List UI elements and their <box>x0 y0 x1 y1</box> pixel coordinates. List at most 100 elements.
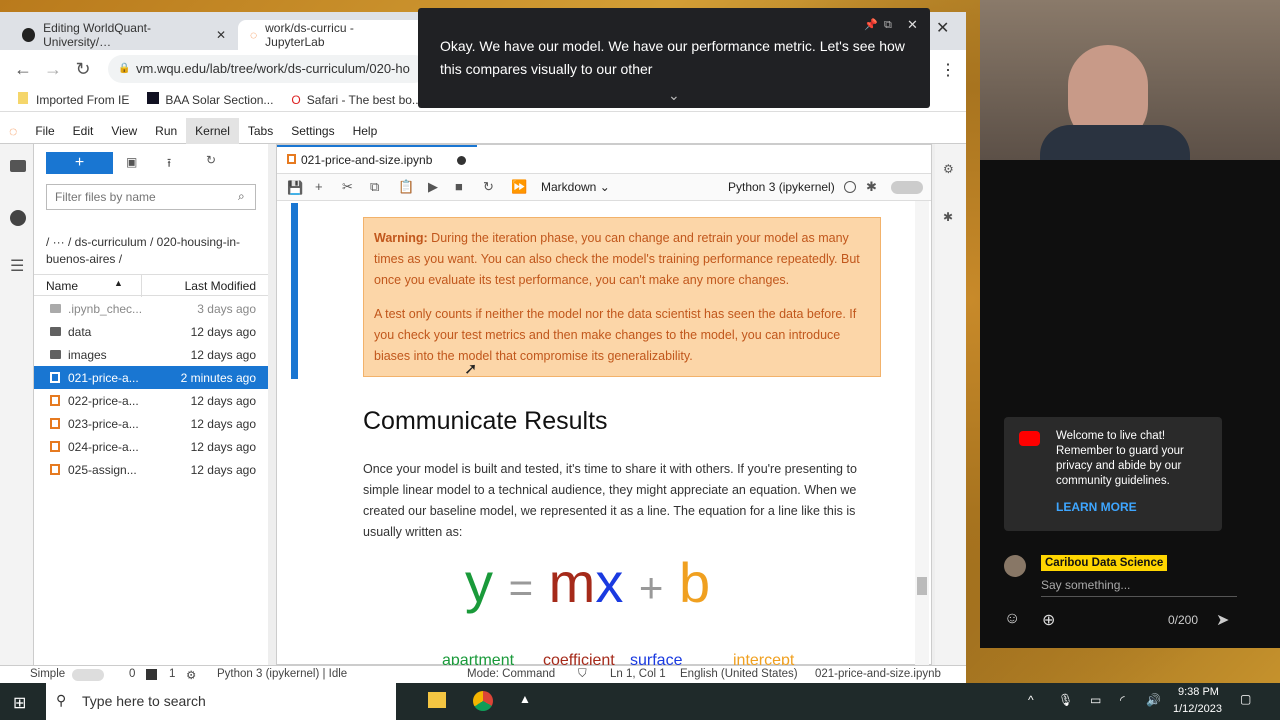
scrollbar-thumb[interactable] <box>917 577 927 595</box>
kernel-icon: ⚙ <box>186 670 197 682</box>
debugger-icon[interactable]: ✱ <box>943 210 953 224</box>
cut-icon[interactable]: ✂ <box>342 179 353 195</box>
send-icon[interactable]: ➤ <box>1216 610 1229 630</box>
back-icon[interactable]: ← <box>8 59 38 80</box>
forward-icon[interactable]: → <box>38 59 68 80</box>
windows-start-icon[interactable]: ⊞ <box>13 693 26 713</box>
url-bar[interactable]: 🔒 vm.wqu.edu/lab/tree/work/ds-curriculum/… <box>108 55 428 83</box>
menu-tabs[interactable]: Tabs <box>239 124 282 138</box>
restart-icon[interactable]: ↻ <box>483 179 494 195</box>
file-row[interactable]: 025-assign... 12 days ago <box>34 458 268 481</box>
unsaved-dot-icon[interactable] <box>457 156 466 165</box>
divider <box>141 275 142 297</box>
file-modified: 12 days ago <box>190 462 256 477</box>
file-row[interactable]: .ipynb_chec... 3 days ago <box>34 297 268 320</box>
microphone-icon[interactable]: 🎙 <box>1058 693 1073 707</box>
kernel-status-icon <box>844 181 856 193</box>
kernel-status[interactable]: Python 3 (ipykernel) | Idle <box>217 668 347 680</box>
menu-view[interactable]: View <box>102 124 146 138</box>
kernel-name[interactable]: Python 3 (ipykernel) <box>728 180 835 194</box>
refresh-icon[interactable]: ↻ <box>206 153 216 167</box>
stop-icon[interactable]: ■ <box>455 179 463 194</box>
wifi-icon[interactable]: ◜ <box>1120 693 1125 707</box>
file-row[interactable]: 024-price-a... 12 days ago <box>34 435 268 458</box>
notebook-tab[interactable]: 021-price-and-size.ipynb <box>277 145 477 173</box>
clock-time[interactable]: 9:38 PM <box>1178 686 1219 698</box>
file-row[interactable]: data 12 days ago <box>34 320 268 343</box>
notebook-toolbar: 💾 + ✂ ⧉ 📋 ▶ ■ ↻ ⏩ Markdown ⌄ Python 3 (i… <box>277 173 931 201</box>
reload-icon[interactable]: ↻ <box>68 59 98 80</box>
add-cell-icon[interactable]: + <box>315 179 323 194</box>
volume-icon[interactable]: 🔊 <box>1146 693 1161 707</box>
chat-input[interactable]: Say something... <box>1041 578 1237 597</box>
scrollbar[interactable] <box>915 201 929 665</box>
file-explorer-icon[interactable] <box>428 692 446 708</box>
youtube-icon <box>1019 431 1040 446</box>
breadcrumb[interactable]: / ··· / ds-curriculum / 020-housing-in-b… <box>46 234 246 268</box>
notifications-icon[interactable]: ▢ <box>1240 692 1251 706</box>
cell-type-select[interactable]: Markdown ⌄ <box>541 180 610 194</box>
bookmark-safari[interactable]: O Safari - The best bo... <box>291 93 422 107</box>
tab-jupyterlab[interactable]: ◌ work/ds-curricu - JupyterLab <box>238 20 428 50</box>
file-row-selected[interactable]: 021-price-a... 2 minutes ago <box>34 366 268 389</box>
clock-date[interactable]: 1/12/2023 <box>1173 703 1222 715</box>
pin-icon[interactable]: 📌 <box>864 14 878 37</box>
eq-x: x <box>595 551 624 614</box>
bug-icon[interactable]: ✱ <box>866 179 877 195</box>
file-browser: + ▣ ⭱ ↻ ⌕ / ··· / ds-curriculum / 020-ho… <box>34 144 268 665</box>
window-close-icon[interactable]: ✕ <box>936 18 949 38</box>
task-view-icon[interactable]: ⧉ <box>382 693 391 708</box>
add-icon[interactable]: ⊕ <box>1042 610 1055 630</box>
file-row[interactable]: 023-price-a... 12 days ago <box>34 412 268 435</box>
filter-files-input[interactable] <box>46 184 256 210</box>
menu-file[interactable]: File <box>26 124 63 138</box>
menu-kernel[interactable]: Kernel <box>186 117 239 144</box>
battery-icon[interactable]: ▭ <box>1090 693 1101 707</box>
menu-help[interactable]: Help <box>344 124 387 138</box>
file-row[interactable]: 022-price-a... 12 days ago <box>34 389 268 412</box>
taskbar-search[interactable]: ⚲ Type here to search <box>46 683 396 720</box>
new-folder-icon[interactable]: ▣ <box>126 155 137 169</box>
folder-icon <box>18 92 28 104</box>
paste-icon[interactable]: 📋 <box>398 179 414 195</box>
simple-mode-toggle[interactable] <box>72 669 104 681</box>
chevron-down-icon[interactable]: ⌄ <box>668 84 680 107</box>
column-name[interactable]: Name <box>46 279 78 293</box>
menu-settings[interactable]: Settings <box>282 124 343 138</box>
bookmark-label: Imported From IE <box>36 93 130 107</box>
menu-icon[interactable]: ⋮ <box>940 60 956 80</box>
expand-icon[interactable]: ⧉ <box>884 14 892 37</box>
property-inspector-icon[interactable]: ⚙ <box>943 162 954 176</box>
run-all-icon[interactable]: ⏩ <box>511 179 527 195</box>
chrome-icon[interactable] <box>473 691 493 711</box>
learn-more-link[interactable]: LEARN MORE <box>1056 500 1137 515</box>
column-modified[interactable]: Last Modified <box>185 279 256 293</box>
tab-github[interactable]: Editing WorldQuant-University/… ✕ <box>10 20 238 50</box>
running-icon[interactable] <box>10 210 26 226</box>
file-row[interactable]: images 12 days ago <box>34 343 268 366</box>
emoji-icon[interactable]: ☺ <box>1004 610 1020 628</box>
menu-edit[interactable]: Edit <box>64 124 103 138</box>
run-icon[interactable]: ▶ <box>428 179 438 195</box>
upload-icon[interactable]: ⭱ <box>167 154 171 175</box>
simple-mode-label: Simple <box>30 668 66 680</box>
browser-window: Editing WorldQuant-University/… ✕ ◌ work… <box>0 12 966 683</box>
bookmark-imported[interactable]: Imported From IE <box>18 92 129 107</box>
copy-icon[interactable]: ⧉ <box>370 179 379 195</box>
new-launcher-button[interactable]: + <box>46 152 113 174</box>
menu-run[interactable]: Run <box>146 124 186 138</box>
notebook-icon <box>50 464 60 475</box>
cursor-position[interactable]: Ln 1, Col 1 <box>610 668 666 680</box>
toc-icon[interactable]: ☰ <box>10 256 24 276</box>
close-icon[interactable]: ✕ <box>907 13 918 36</box>
debugger-toggle[interactable] <box>891 181 923 194</box>
close-icon[interactable]: ✕ <box>216 28 226 42</box>
folder-icon[interactable] <box>10 160 26 172</box>
language-status[interactable]: English (United States) <box>680 668 798 680</box>
label-apartment: apartment <box>442 652 515 665</box>
chevron-up-icon[interactable]: ^ <box>1028 693 1034 707</box>
bookmark-baa[interactable]: BAA Solar Section... <box>147 92 273 107</box>
right-sidebar-strip: ⚙ ✱ <box>935 144 966 665</box>
app-icon[interactable]: ▲ <box>519 692 531 706</box>
save-icon[interactable]: 💾 <box>287 180 303 196</box>
